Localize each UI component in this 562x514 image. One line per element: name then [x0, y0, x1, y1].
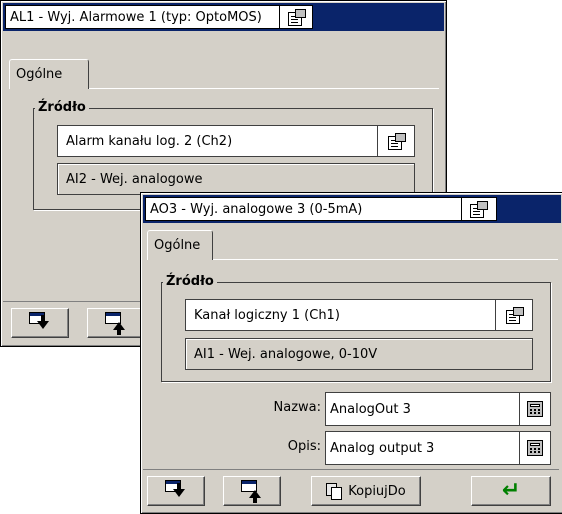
back-tab-general[interactable]: Ogólne	[9, 59, 89, 89]
front-source-value: Kanał logiczny 1 (Ch1)	[194, 307, 340, 323]
front-source-field[interactable]: Kanał logiczny 1 (Ch1)	[185, 299, 533, 331]
name-value: AnalogOut 3	[330, 401, 411, 417]
front-tab-divider	[213, 259, 558, 260]
back-info-field: AI2 - Wej. analogowe	[57, 163, 415, 195]
calculator-icon	[527, 440, 543, 456]
back-title-bar: AL1 - Wyj. Alarmowe 1 (typ: OptoMOS)	[3, 3, 444, 31]
front-move-up-button[interactable]	[223, 476, 281, 506]
name-input[interactable]: AnalogOut 3	[325, 392, 551, 426]
properties-icon	[505, 307, 524, 324]
back-source-field[interactable]: Alarm kanału log. 2 (Ch2)	[57, 125, 415, 157]
back-window-title: AL1 - Wyj. Alarmowe 1 (typ: OptoMOS)	[10, 9, 262, 25]
front-move-down-button[interactable]	[147, 476, 205, 506]
arrow-down-icon	[165, 480, 187, 502]
front-tab-label: Ogólne	[154, 238, 201, 253]
front-title-box: AO3 - Wyj. analogowe 3 (0-5mA)	[145, 197, 497, 221]
arrow-up-icon	[105, 312, 127, 335]
front-info-field: AI1 - Wej. analogowe, 0-10V	[185, 338, 533, 370]
front-source-properties-button[interactable]	[495, 300, 532, 330]
confirm-button[interactable]: ↵	[471, 476, 551, 506]
name-label: Nazwa:	[273, 400, 322, 415]
copy-to-label: KopiujDo	[348, 483, 406, 499]
properties-icon	[387, 133, 406, 150]
back-info-value: AI2 - Wej. analogowe	[66, 171, 203, 187]
desc-value: Analog output 3	[330, 440, 435, 456]
front-properties-button[interactable]	[461, 198, 494, 220]
arrow-up-icon	[241, 480, 263, 503]
back-tab-label: Ogólne	[16, 67, 63, 82]
back-source-properties-button[interactable]	[377, 126, 414, 156]
front-window-title: AO3 - Wyj. analogowe 3 (0-5mA)	[150, 201, 363, 217]
calculator-icon	[527, 401, 543, 417]
front-info-value: AI1 - Wej. analogowe, 0-10V	[194, 346, 378, 362]
properties-icon	[469, 201, 488, 218]
desc-keyboard-button[interactable]	[519, 432, 550, 464]
front-title-bar: AO3 - Wyj. analogowe 3 (0-5mA)	[143, 195, 561, 223]
copy-icon	[326, 483, 343, 500]
properties-icon	[287, 9, 306, 26]
front-tab-general[interactable]: Ogólne	[147, 230, 213, 260]
name-keyboard-button[interactable]	[519, 393, 550, 425]
desc-input[interactable]: Analog output 3	[325, 431, 551, 465]
back-move-down-button[interactable]	[11, 308, 69, 338]
back-move-up-button[interactable]	[87, 308, 145, 338]
arrow-down-icon	[29, 312, 51, 334]
back-source-group-label: Źródło	[35, 100, 89, 115]
copy-to-button[interactable]: KopiujDo	[311, 476, 421, 506]
back-source-value: Alarm kanału log. 2 (Ch2)	[66, 133, 233, 149]
enter-icon: ↵	[501, 478, 521, 503]
desc-label: Opis:	[287, 439, 321, 454]
back-title-box: AL1 - Wyj. Alarmowe 1 (typ: OptoMOS)	[5, 5, 313, 29]
back-tab-divider	[89, 88, 439, 89]
back-properties-button[interactable]	[279, 6, 312, 28]
front-source-group-label: Źródło	[163, 274, 217, 289]
front-window: AO3 - Wyj. analogowe 3 (0-5mA) Ogólne Źr…	[140, 192, 562, 514]
front-button-row-divider	[143, 469, 559, 470]
